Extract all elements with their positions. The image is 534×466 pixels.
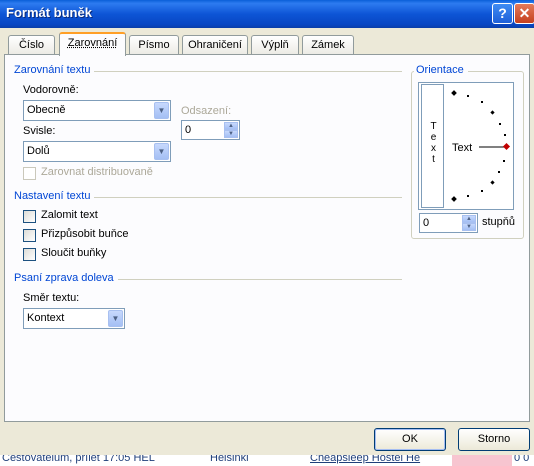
dial-dot bbox=[498, 171, 500, 173]
indent-spinner[interactable]: 0 ▲ ▼ bbox=[181, 120, 240, 140]
spin-down-icon[interactable]: ▼ bbox=[224, 130, 238, 138]
degrees-spinner[interactable]: 0 ▲ ▼ bbox=[419, 213, 478, 233]
vertical-text-letter: e bbox=[430, 132, 437, 143]
direction-select[interactable]: Kontext ▼ bbox=[23, 308, 125, 329]
tab-label: Výplň bbox=[261, 39, 289, 51]
vertical-text-letter: T bbox=[430, 121, 437, 132]
rtl-heading: Psaní zprava doleva bbox=[14, 272, 118, 284]
horizontal-label: Vodorovně: bbox=[23, 84, 79, 96]
tab-vypln[interactable]: Výplň bbox=[251, 35, 299, 54]
tab-label: Ohraničení bbox=[188, 39, 242, 51]
horizontal-select[interactable]: Obecně ▼ bbox=[23, 100, 171, 121]
chevron-down-icon[interactable]: ▼ bbox=[154, 143, 169, 160]
horizontal-value: Obecně bbox=[27, 104, 66, 116]
background-highlight bbox=[452, 455, 512, 466]
background-text: 0 0 bbox=[514, 455, 530, 464]
direction-label: Směr textu: bbox=[23, 292, 80, 304]
background-text: Helsinki bbox=[210, 455, 249, 464]
tab-label: Číslo bbox=[18, 39, 45, 51]
background-text: Cheapsleep Hostel He bbox=[310, 455, 421, 464]
ok-button[interactable]: OK bbox=[374, 428, 446, 451]
vertical-select[interactable]: Dolů ▼ bbox=[23, 141, 171, 162]
orientation-heading: Orientace bbox=[414, 64, 468, 76]
window-title: Formát buněk bbox=[6, 5, 92, 20]
tab-ohraniceni[interactable]: Ohraničení bbox=[182, 35, 248, 54]
spin-up-icon[interactable]: ▲ bbox=[462, 215, 476, 223]
tab-cislo[interactable]: Číslo bbox=[8, 35, 55, 54]
close-button[interactable]: ✕ bbox=[514, 3, 534, 24]
vertical-value: Dolů bbox=[27, 145, 50, 157]
vertical-label: Svisle: bbox=[23, 125, 56, 137]
dial-dot bbox=[503, 160, 505, 162]
dial-dot bbox=[490, 180, 495, 185]
spin-down-icon[interactable]: ▼ bbox=[462, 223, 476, 231]
dial-dot bbox=[481, 190, 483, 192]
vertical-text-toggle[interactable]: T e x t bbox=[421, 84, 444, 208]
cancel-button[interactable]: Storno bbox=[458, 428, 530, 451]
help-button[interactable]: ? bbox=[492, 3, 513, 24]
close-icon: ✕ bbox=[518, 5, 531, 21]
wrap-checkbox[interactable] bbox=[23, 210, 36, 223]
distributed-checkbox[interactable] bbox=[23, 167, 36, 180]
tab-zarovnani[interactable]: Zarovnání bbox=[59, 32, 126, 56]
wrap-label: Zalomit text bbox=[41, 209, 98, 221]
dial-dot bbox=[467, 95, 469, 97]
indent-label: Odsazení: bbox=[181, 105, 232, 117]
tab-zamek[interactable]: Zámek bbox=[302, 35, 354, 54]
vertical-text-letter: t bbox=[432, 154, 435, 165]
tab-label: Zámek bbox=[311, 39, 345, 51]
dial-dot bbox=[451, 90, 457, 96]
dial-dot bbox=[481, 101, 483, 103]
merge-label: Sloučit buňky bbox=[41, 247, 107, 259]
merge-checkbox[interactable] bbox=[23, 248, 36, 261]
spin-up-icon[interactable]: ▲ bbox=[224, 122, 238, 130]
tab-label: Zarovnání bbox=[67, 37, 118, 49]
background-text: Cestovatelům, přílet 17:05 HEL bbox=[2, 455, 155, 464]
dial-dot bbox=[490, 110, 495, 115]
chevron-down-icon[interactable]: ▼ bbox=[108, 310, 123, 327]
indent-value: 0 bbox=[185, 124, 192, 136]
dial-dot bbox=[467, 195, 469, 197]
vertical-text-letter: x bbox=[431, 143, 436, 154]
distributed-label: Zarovnat distribuovaně bbox=[41, 166, 153, 178]
degrees-value: 0 bbox=[423, 217, 430, 229]
tab-label: Písmo bbox=[138, 39, 170, 51]
help-icon: ? bbox=[498, 5, 507, 21]
direction-value: Kontext bbox=[27, 312, 65, 324]
text-control-heading: Nastavení textu bbox=[14, 190, 95, 202]
dial-dot bbox=[499, 123, 501, 125]
text-alignment-heading: Zarovnání textu bbox=[14, 64, 95, 76]
dial-text-label: Text bbox=[452, 142, 473, 154]
tab-pismo[interactable]: Písmo bbox=[129, 35, 179, 54]
shrink-checkbox[interactable] bbox=[23, 229, 36, 242]
chevron-down-icon[interactable]: ▼ bbox=[154, 102, 169, 119]
shrink-label: Přizpůsobit buňce bbox=[41, 228, 129, 240]
dial-dot bbox=[504, 134, 506, 136]
degrees-label: stupňů bbox=[482, 216, 516, 228]
dial-dot bbox=[451, 196, 457, 202]
dial-handle-icon bbox=[502, 142, 511, 151]
background-sheet: Cestovatelům, přílet 17:05 HEL Helsinki … bbox=[0, 455, 534, 466]
